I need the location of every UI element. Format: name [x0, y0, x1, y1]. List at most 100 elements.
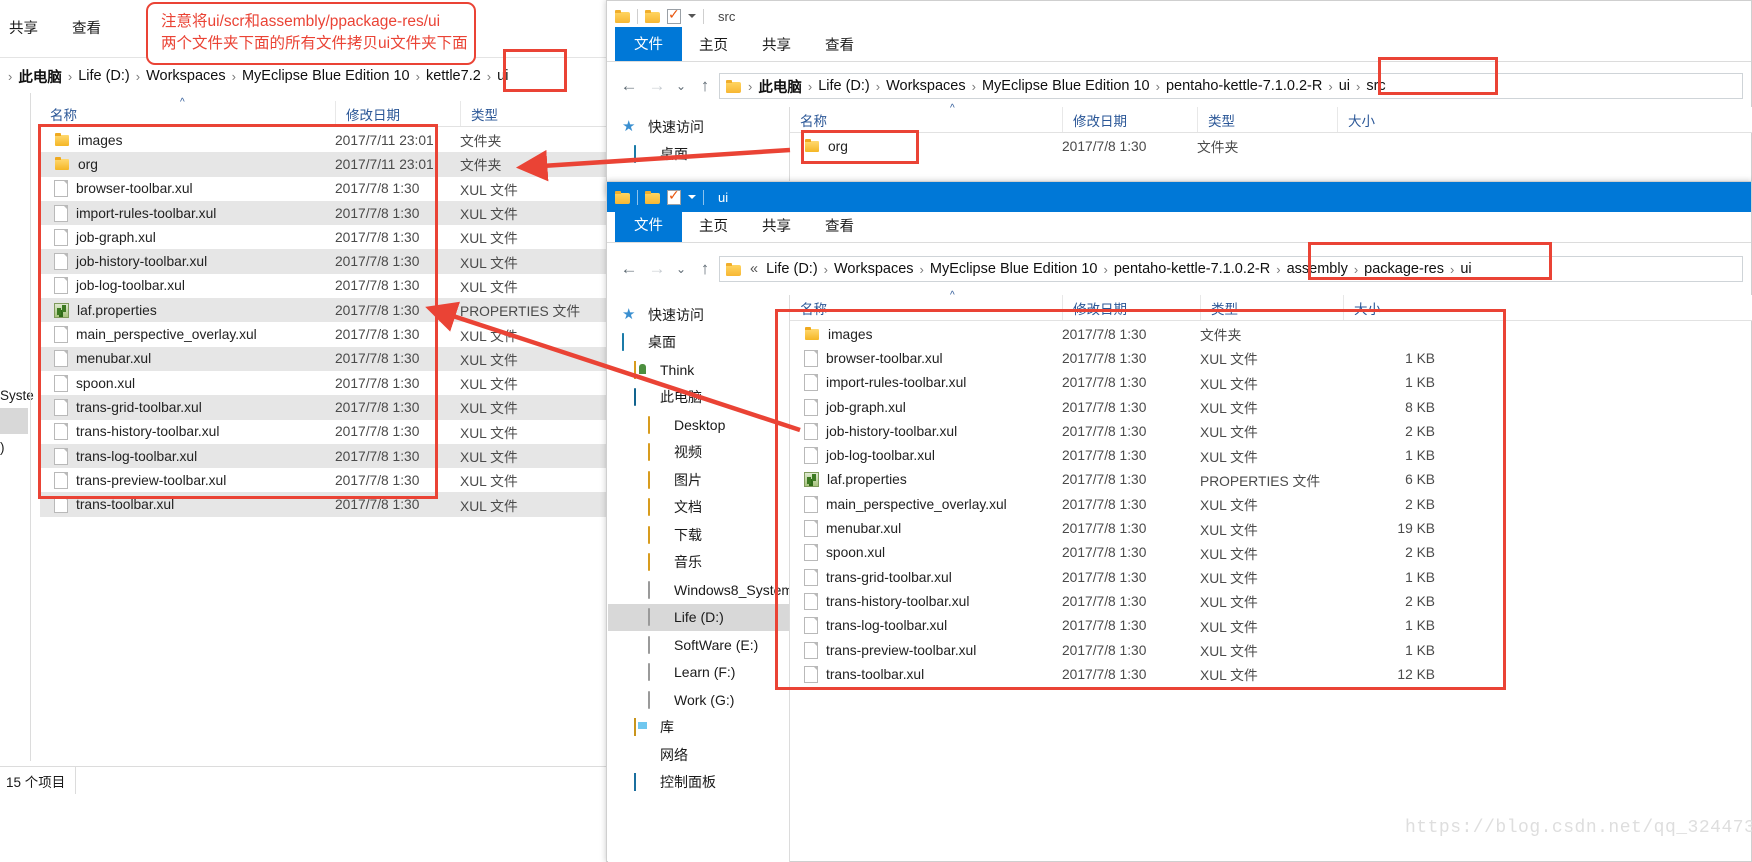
drive-icon	[648, 635, 665, 654]
nav-item-7[interactable]: 文档	[608, 494, 789, 522]
breadcrumb-item-4[interactable]: kettle7.2	[422, 68, 485, 84]
file-type-cell: XUL 文件	[460, 498, 518, 514]
back-button-mid[interactable]: ←	[615, 76, 643, 96]
nav-item-9[interactable]: 音乐	[608, 549, 789, 577]
divider	[637, 189, 638, 205]
nav-item-12[interactable]: SoftWare (E:)	[608, 631, 789, 659]
quick-access-toolbar-right[interactable]	[615, 187, 704, 205]
breadcrumb-item-1[interactable]: Life (D:)	[814, 78, 874, 94]
nav-item-16[interactable]: 网络	[608, 741, 789, 769]
file-type-cell: PROPERTIES 文件	[460, 304, 581, 320]
address-bar-right[interactable]: ← → ⌄ ↑ « Life (D:) › Workspaces › MyEcl…	[607, 251, 1751, 287]
column-header-size[interactable]: 大小	[1337, 107, 1447, 132]
column-header-name[interactable]: 名称	[790, 107, 1062, 132]
nav-item-11[interactable]: Life (D:)	[608, 603, 789, 631]
nav-item-6[interactable]: 图片	[608, 466, 789, 494]
nav-pane-right[interactable]: ★ 快速访问桌面 Think 此电脑 Desktop 视频 图片 文档下载音乐 Windows8…	[608, 295, 790, 862]
breadcrumb-item-2[interactable]: Workspaces	[882, 78, 970, 94]
tab-file-right[interactable]: 文件	[615, 208, 682, 242]
column-header-date[interactable]: 修改日期	[335, 101, 460, 126]
nav-item-17[interactable]: 控制面板	[608, 769, 789, 797]
forward-button-right[interactable]: →	[643, 259, 671, 279]
breadcrumb-item-0[interactable]: Life (D:)	[762, 261, 822, 277]
back-button-right[interactable]: ←	[615, 259, 643, 279]
folder-icon	[648, 443, 665, 462]
column-headers-mid[interactable]: 名称 修改日期 类型 大小 ^	[790, 103, 1752, 133]
checkmark-icon[interactable]	[667, 187, 681, 205]
nav-item-label: 下载	[674, 526, 702, 543]
breadcrumb-mid[interactable]: › 此电脑 › Life (D:) › Workspaces › MyEclip…	[719, 73, 1743, 99]
file-list-mid[interactable]: org 2017/7/8 1:30 文件夹	[790, 134, 1752, 158]
column-header-date[interactable]: 修改日期	[1062, 107, 1197, 132]
breadcrumb-item-4[interactable]: pentaho-kettle-7.1.0.2-R	[1162, 78, 1326, 94]
tab-view-left[interactable]: 查看	[55, 13, 118, 44]
nav-item-13[interactable]: Learn (F:)	[608, 659, 789, 687]
folder-icon[interactable]	[615, 190, 630, 204]
breadcrumb-overflow-icon[interactable]: «	[746, 261, 762, 277]
breadcrumb-right[interactable]: « Life (D:) › Workspaces › MyEclipse Blu…	[719, 256, 1743, 282]
nav-partial-selected-row[interactable]	[0, 408, 28, 434]
breadcrumb-item-0[interactable]: 此电脑	[14, 66, 66, 87]
nav-item-4[interactable]: Desktop	[608, 411, 789, 439]
chevron-down-icon[interactable]	[688, 195, 696, 199]
nav-item-label: 控制面板	[660, 774, 716, 791]
tab-share-right[interactable]: 共享	[745, 211, 808, 242]
breadcrumb-item-5[interactable]: ui	[1335, 78, 1354, 94]
breadcrumb-item-1[interactable]: Workspaces	[830, 261, 918, 277]
breadcrumb-item-0[interactable]: 此电脑	[754, 76, 806, 97]
up-button-right[interactable]: ↑	[691, 259, 719, 279]
breadcrumb-item-2[interactable]: MyEclipse Blue Edition 10	[926, 261, 1102, 277]
breadcrumb-item-1[interactable]: Life (D:)	[74, 68, 134, 84]
column-header-type[interactable]: 类型	[1197, 107, 1337, 132]
crumb-sep: ›	[1155, 78, 1160, 94]
nav-item-0[interactable]: ★ 快速访问	[608, 301, 789, 329]
file-row[interactable]: org 2017/7/8 1:30 文件夹	[790, 134, 1752, 158]
nav-item-desktop-mid[interactable]: 桌面	[608, 141, 789, 169]
breadcrumb-item-2[interactable]: Workspaces	[142, 68, 230, 84]
breadcrumb-item-3[interactable]: MyEclipse Blue Edition 10	[238, 68, 414, 84]
nav-item-15[interactable]: 库	[608, 714, 789, 742]
annotation-callout: 注意将ui/scr和assembly/ppackage-res/ui 两个文件夹…	[146, 2, 476, 65]
tab-home-mid[interactable]: 主页	[682, 30, 745, 61]
ribbon-tabs-right[interactable]: 文件 主页 共享 查看	[607, 208, 1751, 243]
nav-item-1[interactable]: 桌面	[608, 329, 789, 357]
checkmark-icon[interactable]	[667, 6, 681, 24]
breadcrumb-item-3[interactable]: pentaho-kettle-7.1.0.2-R	[1110, 261, 1274, 277]
folder-icon[interactable]	[615, 9, 630, 23]
tab-view-mid[interactable]: 查看	[808, 30, 871, 61]
tab-share-mid[interactable]: 共享	[745, 30, 808, 61]
crumb-sep: ›	[1103, 261, 1108, 277]
chevron-down-icon[interactable]	[688, 14, 696, 18]
nav-item-quick-access-mid[interactable]: ★ 快速访问	[608, 113, 789, 141]
forward-button-mid[interactable]: →	[643, 76, 671, 96]
tab-view-right[interactable]: 查看	[808, 211, 871, 242]
explorer-window-mid[interactable]: src 文件 主页 共享 查看 ← → ⌄ ↑ › 此电脑 › Life (D:…	[606, 0, 1752, 196]
nav-item-label: 库	[660, 719, 674, 736]
address-bar-mid[interactable]: ← → ⌄ ↑ › 此电脑 › Life (D:) › Workspaces ›…	[607, 68, 1751, 104]
recent-locations-chevron-icon[interactable]: ⌄	[671, 262, 691, 276]
column-header-type[interactable]: 类型	[460, 101, 600, 126]
nav-item-2[interactable]: Think	[608, 356, 789, 384]
nav-item-3[interactable]: 此电脑	[608, 384, 789, 412]
quick-access-toolbar-mid[interactable]	[615, 6, 704, 24]
breadcrumb-item-3[interactable]: MyEclipse Blue Edition 10	[978, 78, 1154, 94]
star-icon: ★	[622, 305, 636, 323]
column-header-name[interactable]: 名称	[40, 101, 335, 126]
tab-share-left[interactable]: 共享	[0, 13, 55, 44]
properties-folder-icon[interactable]	[645, 190, 660, 204]
nav-item-5[interactable]: 视频	[608, 439, 789, 467]
ribbon-tabs-mid[interactable]: 文件 主页 共享 查看	[607, 27, 1751, 62]
properties-folder-icon[interactable]	[645, 9, 660, 23]
tab-home-right[interactable]: 主页	[682, 211, 745, 242]
up-button-mid[interactable]: ↑	[691, 76, 719, 96]
titlebar-right[interactable]: ui	[607, 182, 1751, 212]
recent-locations-chevron-icon[interactable]: ⌄	[671, 79, 691, 93]
nav-pane-divider-left	[30, 93, 31, 761]
tab-file-mid[interactable]: 文件	[615, 27, 682, 61]
nav-item-10[interactable]: Windows8_System	[608, 576, 789, 604]
divider	[703, 189, 704, 205]
nav-item-8[interactable]: 下载	[608, 521, 789, 549]
nav-item-label: 桌面	[648, 334, 676, 351]
titlebar-mid[interactable]: src	[607, 1, 1751, 31]
nav-item-14[interactable]: Work (G:)	[608, 686, 789, 714]
